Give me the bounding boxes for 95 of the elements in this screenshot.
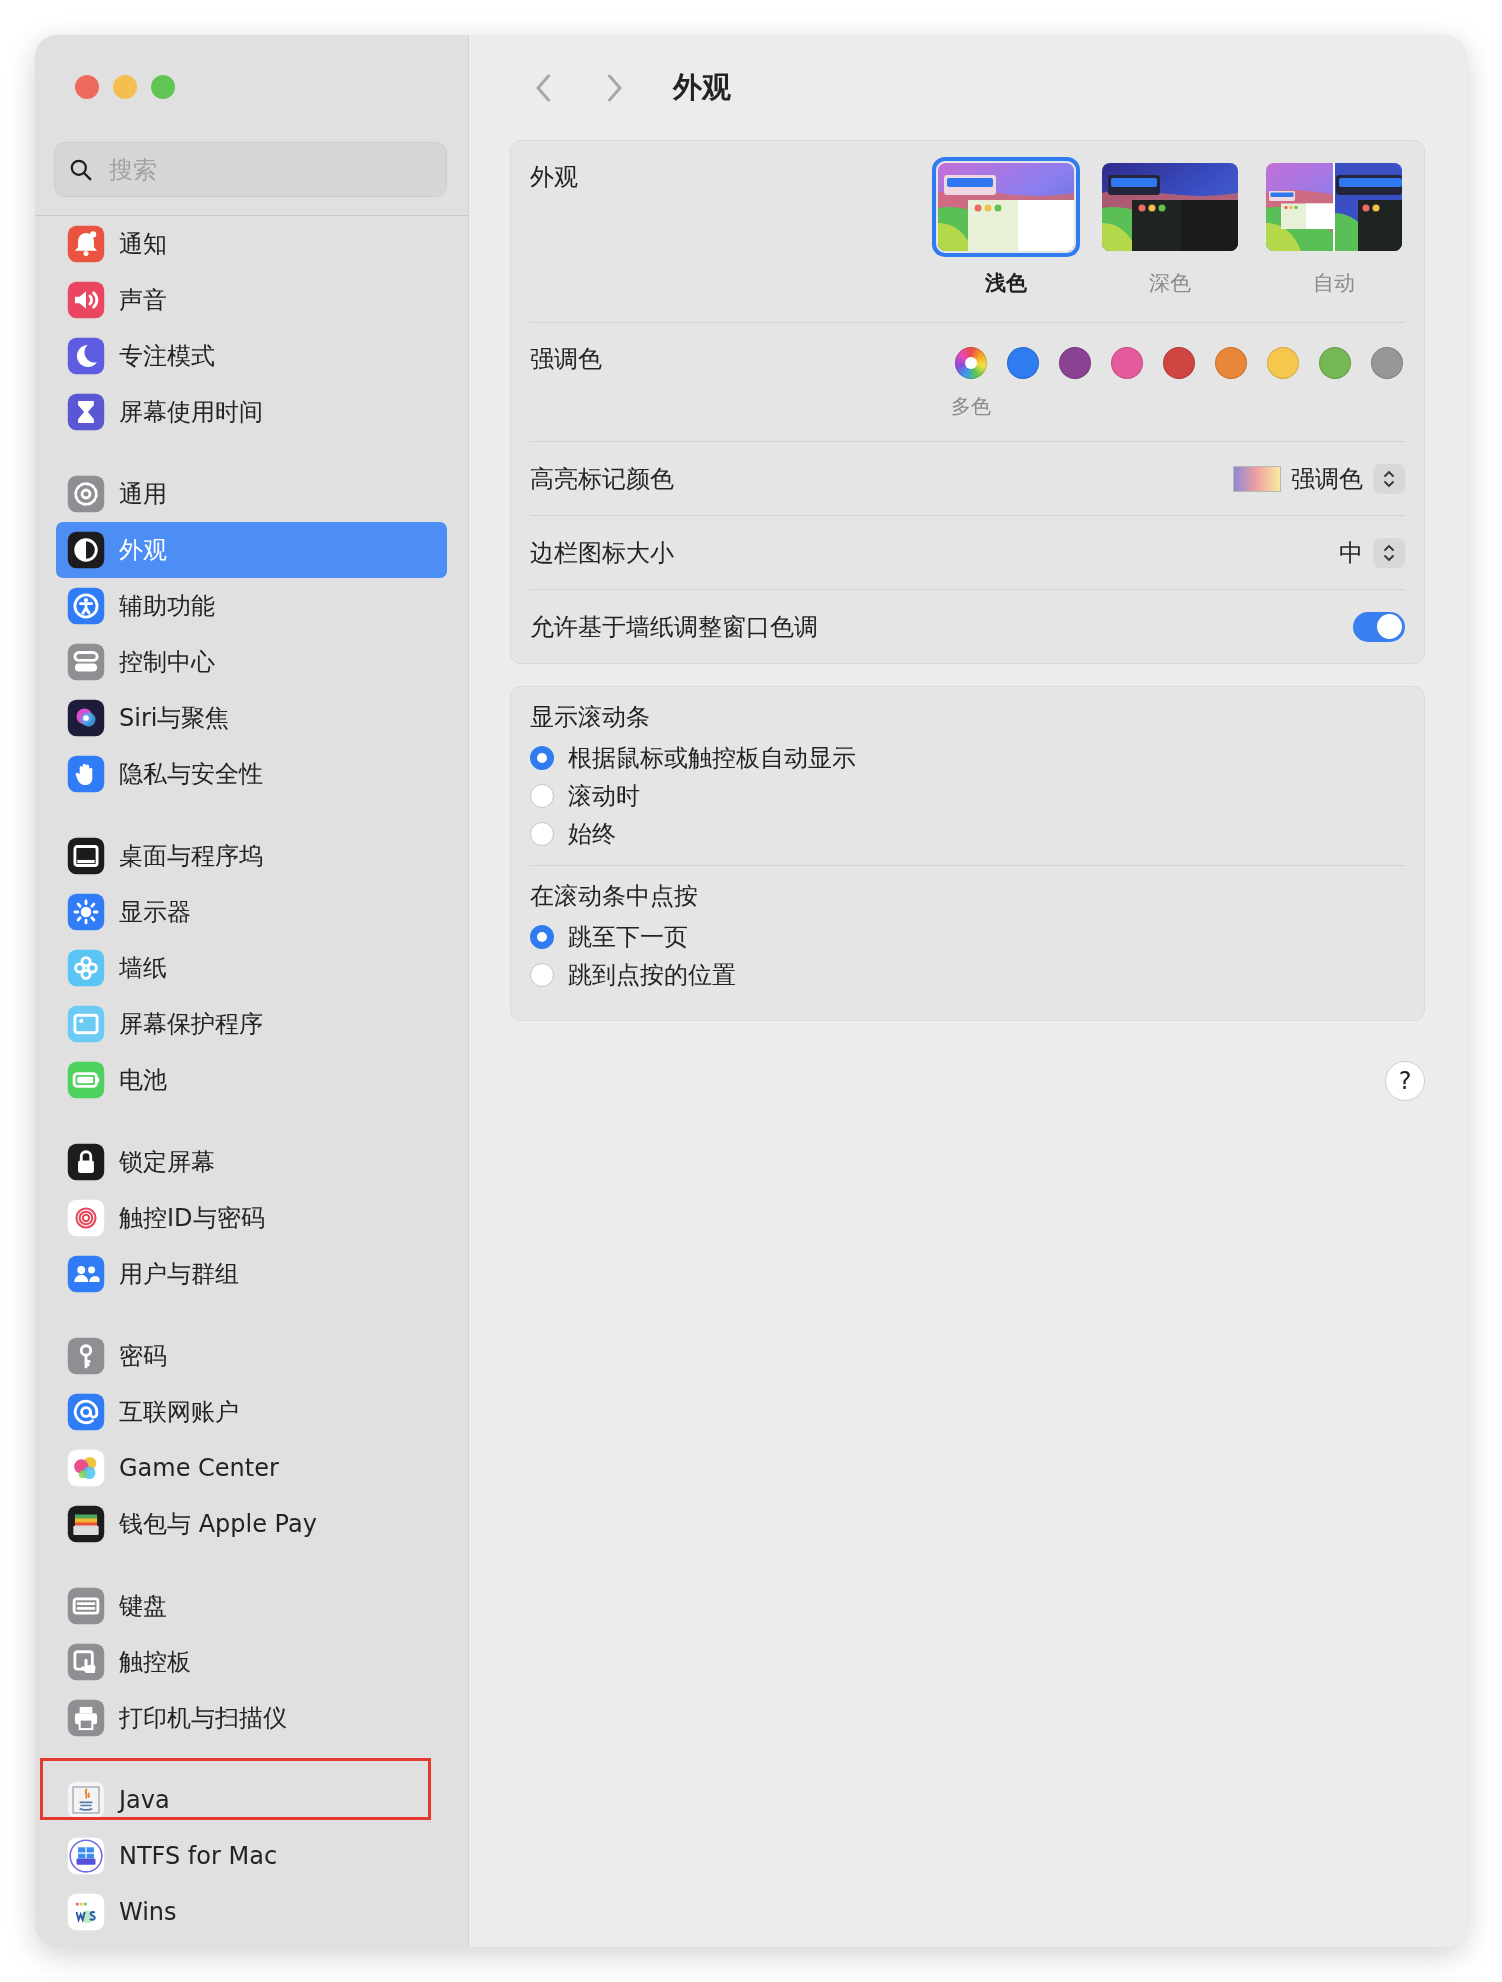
wallet-icon [67, 1505, 105, 1543]
setting-label: 显示滚动条 [530, 702, 651, 733]
coffee-cup-icon [67, 1781, 105, 1819]
sidebar-item[interactable]: 墙纸 [56, 940, 447, 996]
hand-icon [67, 755, 105, 793]
flower-icon [67, 949, 105, 987]
battery-icon [67, 1061, 105, 1099]
appearance-thumbnail[interactable] [932, 157, 1080, 257]
sidebar-item[interactable]: 触控ID与密码 [56, 1190, 447, 1246]
sidebar-item[interactable]: 屏幕使用时间 [56, 384, 447, 440]
color-swatch[interactable] [1111, 347, 1143, 379]
contrast-icon [67, 531, 105, 569]
option-label: 自动 [1313, 270, 1355, 297]
popup-button[interactable]: 中 [1339, 536, 1405, 569]
sidebar-item[interactable]: Wins [56, 1884, 447, 1940]
sidebar-item[interactable]: 声音 [56, 272, 447, 328]
radio-button[interactable] [530, 784, 554, 808]
gear-icon [67, 475, 105, 513]
sidebar-item[interactable]: 隐私与安全性 [56, 746, 447, 802]
sidebar-item[interactable]: 锁定屏幕 [56, 1134, 447, 1190]
hourglass-icon [67, 393, 105, 431]
color-swatch[interactable] [1267, 347, 1299, 379]
window-dots-icon [67, 1893, 105, 1931]
sidebar-item[interactable]: 打印机与扫描仪 [56, 1690, 447, 1746]
color-swatch[interactable] [1059, 347, 1091, 379]
sidebar-item[interactable]: 互联网账户 [56, 1384, 447, 1440]
sidebar-item[interactable]: 通用 [56, 466, 447, 522]
sidebar-item[interactable]: Game Center [56, 1440, 447, 1496]
toggles-icon [67, 643, 105, 681]
lock-icon [67, 1143, 105, 1181]
fingerprint-icon [67, 1199, 105, 1237]
radio-button[interactable] [530, 746, 554, 770]
color-swatch[interactable] [955, 347, 987, 379]
sidebar-item[interactable]: 钱包与 Apple Pay [56, 1496, 447, 1552]
color-swatch[interactable] [1319, 347, 1351, 379]
sidebar-item[interactable]: 屏幕保护程序 [56, 996, 447, 1052]
sidebar-item[interactable]: 通知 [56, 216, 447, 272]
setting-label: 高亮标记颜色 [530, 463, 674, 495]
sidebar-item[interactable]: 键盘 [56, 1578, 447, 1634]
sidebar-item[interactable]: 密码 [56, 1328, 447, 1384]
drive-icon [67, 1837, 105, 1875]
zoom-button[interactable] [151, 75, 175, 99]
sidebar-item[interactable]: Java [56, 1772, 447, 1828]
bell-icon [67, 225, 105, 263]
setting-label: 强调色 [530, 344, 602, 375]
printer-icon [67, 1699, 105, 1737]
sidebar-item[interactable]: 显示器 [56, 884, 447, 940]
keyboard-icon [67, 1587, 105, 1625]
moon-icon [67, 337, 105, 375]
close-button[interactable] [75, 75, 99, 99]
radio-button[interactable] [530, 925, 554, 949]
trackpad-icon [67, 1643, 105, 1681]
radio-button[interactable] [530, 822, 554, 846]
sun-icon [67, 893, 105, 931]
color-swatch[interactable] [1371, 347, 1403, 379]
sidebar-item[interactable]: 用户与群组 [56, 1246, 447, 1302]
radio-label[interactable]: 根据鼠标或触控板自动显示 [568, 742, 856, 774]
radio-button[interactable] [530, 963, 554, 987]
popup-button[interactable]: 强调色 [1233, 462, 1405, 495]
radio-label[interactable]: 跳到点按的位置 [568, 959, 736, 991]
key-icon [67, 1337, 105, 1375]
setting-label: 边栏图标大小 [530, 537, 674, 569]
accessibility-icon [67, 587, 105, 625]
radio-label[interactable]: 滚动时 [568, 780, 640, 812]
gradient-swatch [1233, 465, 1281, 492]
radio-label[interactable]: 始终 [568, 818, 616, 850]
screen-icon [67, 1005, 105, 1043]
color-swatch[interactable] [1007, 347, 1039, 379]
bubbles-icon [67, 1449, 105, 1487]
sidebar-item[interactable]: Siri与聚焦 [56, 690, 447, 746]
sidebar-item[interactable]: 桌面与程序坞 [56, 828, 447, 884]
sidebar-item[interactable]: 触控板 [56, 1634, 447, 1690]
sidebar-item[interactable]: 专注模式 [56, 328, 447, 384]
page-title: 外观 [673, 68, 731, 106]
setting-label: 在滚动条中点按 [530, 881, 699, 912]
at-sign-icon [67, 1393, 105, 1431]
sidebar-item[interactable]: NTFS for Mac [56, 1828, 447, 1884]
search-icon [68, 157, 94, 183]
sidebar-item[interactable]: 辅助功能 [56, 578, 447, 634]
option-label: 浅色 [985, 270, 1027, 297]
color-swatch[interactable] [1215, 347, 1247, 379]
setting-label: 外观 [530, 162, 578, 193]
setting-label: 允许基于墙纸调整窗口色调 [530, 611, 818, 643]
sidebar-item[interactable]: 控制中心 [56, 634, 447, 690]
toggle-switch[interactable] [1353, 611, 1405, 642]
help-button[interactable]: ? [1385, 1061, 1425, 1101]
swatch-caption: 多色 [951, 393, 991, 420]
window-icon [67, 837, 105, 875]
radio-label[interactable]: 跳至下一页 [568, 921, 688, 953]
orb-icon [67, 699, 105, 737]
sidebar-item[interactable]: 电池 [56, 1052, 447, 1108]
speaker-icon [67, 281, 105, 319]
people-icon [67, 1255, 105, 1293]
option-label: 深色 [1149, 270, 1191, 297]
color-swatch[interactable] [1163, 347, 1195, 379]
